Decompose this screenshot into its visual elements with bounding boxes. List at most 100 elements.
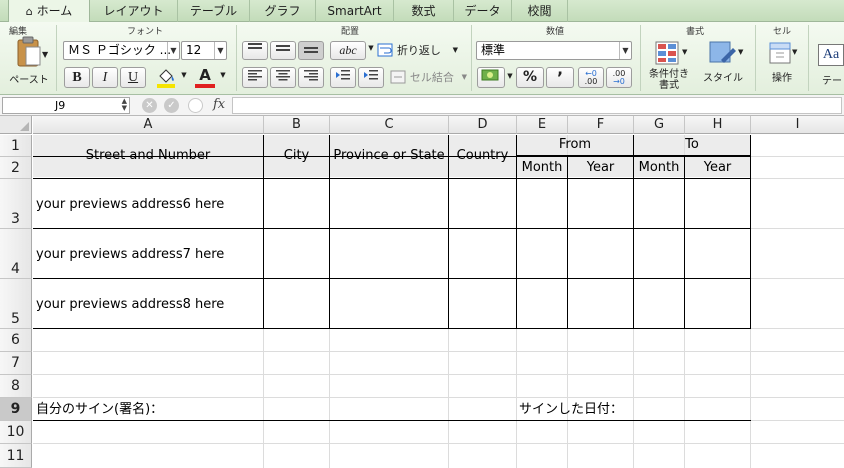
orientation-button[interactable]: abc bbox=[330, 41, 366, 60]
table-border bbox=[263, 135, 264, 329]
column-header-b[interactable]: B bbox=[264, 116, 330, 134]
ribbon-tab-bar: ⌂ ホーム レイアウト テーブル グラフ SmartArt 数式 データ 校閲 bbox=[0, 0, 844, 23]
chevron-down-icon[interactable]: ▼ bbox=[367, 44, 375, 52]
font-name-select[interactable]: ＭＳ Ｐゴシック ... ▼ bbox=[63, 41, 180, 60]
paste-button[interactable]: ▼ ペースト bbox=[6, 36, 52, 94]
align-center-button[interactable] bbox=[270, 67, 296, 88]
underline-button[interactable]: U bbox=[120, 67, 146, 88]
formula-input[interactable] bbox=[232, 97, 842, 114]
header-from-year[interactable]: Year bbox=[568, 160, 633, 176]
address-cell[interactable]: your previews address7 here bbox=[36, 247, 224, 263]
gridline bbox=[751, 328, 844, 329]
column-header-c[interactable]: C bbox=[330, 116, 449, 134]
align-bottom-icon bbox=[304, 47, 318, 53]
function-wizard-icon[interactable] bbox=[188, 98, 203, 113]
align-top-button[interactable] bbox=[242, 41, 268, 60]
tab-data[interactable]: データ bbox=[454, 0, 512, 22]
address-cell[interactable]: your previews address8 here bbox=[36, 297, 224, 313]
chevron-down-icon[interactable]: ▼ bbox=[180, 71, 188, 79]
row-header-10[interactable]: 10 bbox=[0, 421, 32, 444]
row-header-2[interactable]: 2 bbox=[0, 157, 32, 179]
row-header-3[interactable]: 3 bbox=[0, 179, 32, 229]
decrease-decimal-button[interactable]: .00 →0 bbox=[606, 67, 632, 88]
column-header-g[interactable]: G bbox=[634, 116, 685, 134]
tab-formulas[interactable]: 数式 bbox=[394, 0, 454, 22]
bold-button[interactable]: B bbox=[64, 67, 90, 88]
increase-indent-icon bbox=[364, 70, 378, 80]
select-all-corner[interactable] bbox=[0, 116, 32, 134]
column-header-a[interactable]: A bbox=[33, 116, 264, 134]
conditional-formatting-button[interactable]: ▼ 条件付き 書式 bbox=[646, 40, 692, 94]
name-box[interactable]: J9 ▲ ▼ bbox=[2, 97, 130, 114]
table-border bbox=[329, 135, 330, 329]
address-cell[interactable]: your previews address6 here bbox=[36, 197, 224, 213]
header-province-or-state[interactable]: Province or State bbox=[330, 148, 448, 164]
column-header-e[interactable]: E bbox=[517, 116, 568, 134]
table-border bbox=[684, 156, 685, 329]
align-right-button[interactable] bbox=[298, 67, 324, 88]
align-bottom-button[interactable] bbox=[298, 41, 324, 60]
tab-smartart[interactable]: SmartArt bbox=[316, 0, 394, 22]
tab-layout[interactable]: レイアウト bbox=[90, 0, 178, 22]
cell-styles-button[interactable]: ▼ スタイル bbox=[698, 40, 748, 94]
row-header-9[interactable]: 9 bbox=[0, 398, 32, 421]
tab-home[interactable]: ⌂ ホーム bbox=[8, 0, 90, 23]
paint-bucket-icon bbox=[157, 69, 175, 88]
header-country[interactable]: Country bbox=[449, 148, 516, 164]
font-color-button[interactable]: A bbox=[193, 67, 217, 89]
tab-table[interactable]: テーブル bbox=[178, 0, 250, 22]
column-header-i[interactable]: I bbox=[751, 116, 844, 134]
header-city[interactable]: City bbox=[264, 148, 329, 164]
group-separator bbox=[808, 25, 809, 91]
group-label-alignment: 配置 bbox=[340, 27, 359, 37]
signature-date-label[interactable]: サインした日付： bbox=[519, 402, 623, 418]
row-header-11[interactable]: 11 bbox=[0, 444, 32, 468]
align-left-icon bbox=[248, 70, 262, 81]
comma-style-button[interactable]: ʼ bbox=[546, 67, 574, 88]
align-middle-button[interactable] bbox=[270, 41, 296, 60]
row-header-7[interactable]: 7 bbox=[0, 352, 32, 375]
name-box-stepper-icon: ▲ ▼ bbox=[121, 97, 127, 112]
enter-icon[interactable]: ✓ bbox=[164, 98, 179, 113]
tab-review[interactable]: 校閲 bbox=[512, 0, 568, 22]
fill-color-button[interactable] bbox=[153, 67, 179, 89]
merge-cells-button[interactable]: セル結合 ▼ bbox=[390, 69, 468, 87]
column-header-d[interactable]: D bbox=[449, 116, 517, 134]
chevron-down-icon[interactable]: ▼ bbox=[506, 72, 514, 80]
group-label-cells: セル bbox=[772, 27, 791, 37]
row-header-8[interactable]: 8 bbox=[0, 375, 32, 398]
header-from[interactable]: From bbox=[517, 137, 633, 153]
font-size-select[interactable]: 12 ▼ bbox=[181, 41, 227, 60]
home-icon: ⌂ bbox=[25, 5, 33, 18]
chevron-down-icon[interactable]: ▼ bbox=[219, 71, 227, 79]
decrease-indent-button[interactable] bbox=[330, 67, 356, 88]
row-header-5[interactable]: 5 bbox=[0, 279, 32, 329]
header-to-year[interactable]: Year bbox=[685, 160, 750, 176]
cancel-icon[interactable]: ✕ bbox=[142, 98, 157, 113]
row-header-6[interactable]: 6 bbox=[0, 329, 32, 352]
number-format-select[interactable]: 標準 ▼ bbox=[476, 41, 632, 60]
italic-button[interactable]: I bbox=[92, 67, 118, 88]
insert-function-label[interactable]: fx bbox=[213, 97, 225, 112]
signature-label[interactable]: 自分のサイン(署名)： bbox=[36, 402, 163, 418]
row-header-4[interactable]: 4 bbox=[0, 229, 32, 279]
column-header-f[interactable]: F bbox=[568, 116, 634, 134]
column-header-h[interactable]: H bbox=[685, 116, 751, 134]
align-left-button[interactable] bbox=[242, 67, 268, 88]
increase-decimal-button[interactable]: ←0 .00 bbox=[578, 67, 604, 88]
header-street-and-number[interactable]: Street and Number bbox=[33, 148, 263, 164]
header-from-month[interactable]: Month bbox=[517, 160, 567, 176]
increase-indent-button[interactable] bbox=[358, 67, 384, 88]
accounting-format-button[interactable] bbox=[477, 67, 505, 88]
header-to[interactable]: To bbox=[634, 137, 750, 153]
row-header-1[interactable]: 1 bbox=[0, 135, 32, 157]
tab-chart[interactable]: グラフ bbox=[250, 0, 316, 22]
gridline bbox=[33, 443, 844, 444]
header-to-month[interactable]: Month bbox=[634, 160, 684, 176]
cell-styles-icon bbox=[709, 41, 736, 63]
align-center-icon bbox=[276, 70, 290, 81]
cell-operations-button[interactable]: ▼ 操作 bbox=[760, 40, 804, 94]
percent-style-button[interactable]: % bbox=[516, 67, 544, 88]
wrap-text-button[interactable]: 折り返し ▼ bbox=[377, 42, 467, 60]
theme-button[interactable]: Aa テー bbox=[814, 44, 844, 94]
